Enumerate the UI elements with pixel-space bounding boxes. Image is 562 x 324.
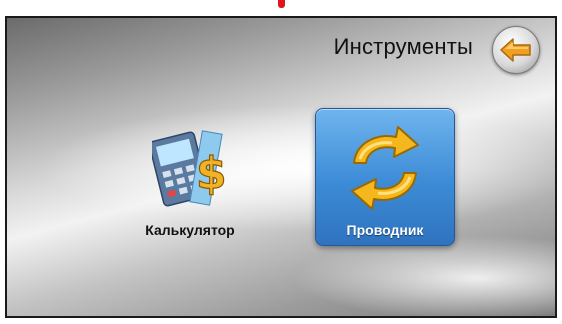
back-arrow-icon [500, 38, 531, 62]
page-title: Инструменты [333, 34, 473, 59]
sync-arrows-icon [351, 126, 419, 210]
calculator-tile[interactable]: $ Калькулятор [125, 128, 255, 240]
explorer-tile[interactable]: Проводник [315, 108, 455, 246]
top-indicator [278, 0, 285, 8]
back-button[interactable] [492, 26, 540, 74]
calculator-icon: $ [152, 130, 227, 207]
svg-text:$: $ [196, 148, 227, 199]
tools-menu-panel: Инструменты $ Калькулятор Проводник [5, 16, 557, 318]
calculator-label: Калькулятор [145, 222, 235, 238]
explorer-label: Проводник [346, 222, 424, 238]
device-screen: Инструменты $ Калькулятор Проводник [0, 0, 562, 324]
